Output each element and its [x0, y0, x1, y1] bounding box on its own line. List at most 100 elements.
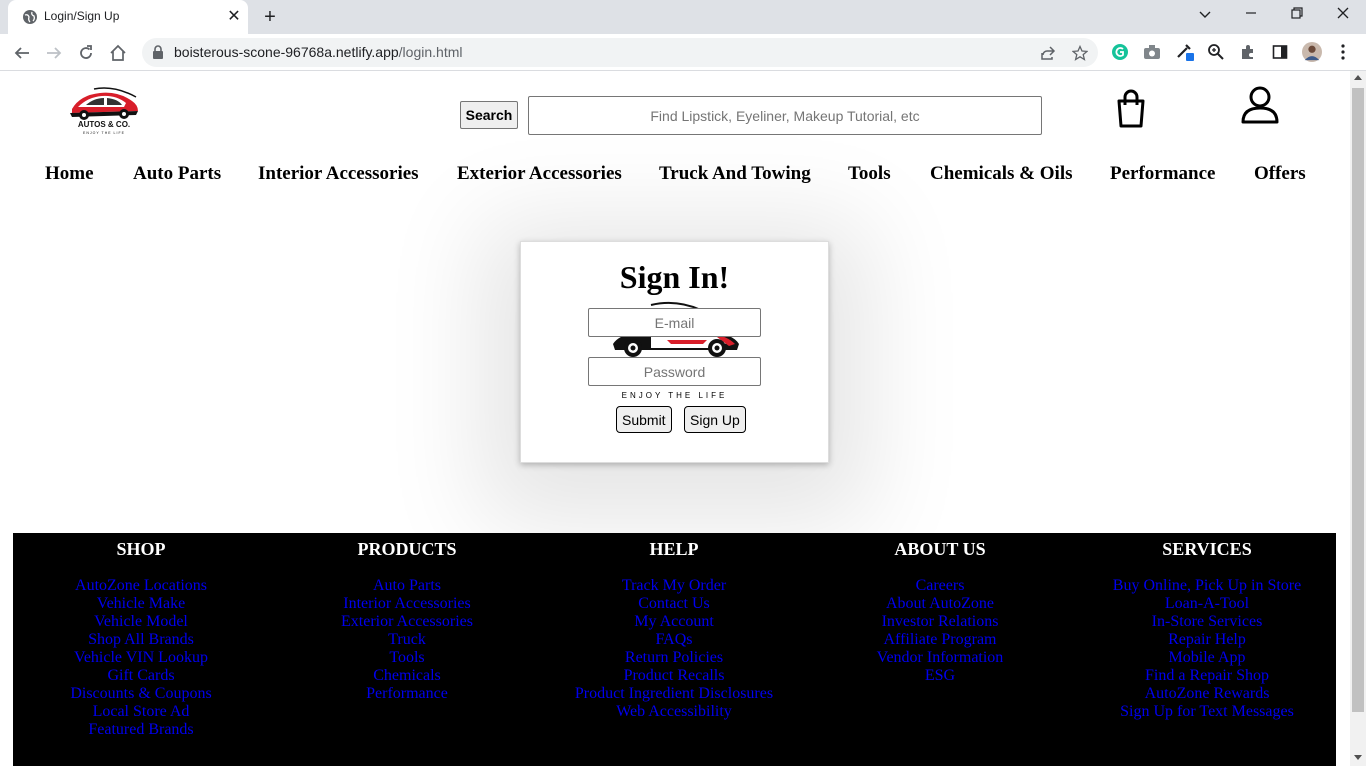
footer-list-item: Buy Online, Pick Up in Store [1074, 577, 1340, 595]
nav-item-offers[interactable]: Offers [1254, 163, 1306, 185]
back-arrow-icon[interactable] [10, 41, 34, 65]
tab-close-icon[interactable]: ✕ [224, 7, 244, 27]
kebab-menu-icon[interactable] [1333, 42, 1353, 62]
footer-link[interactable]: Investor Relations [882, 613, 999, 630]
footer-list-item: AutoZone Rewards [1074, 685, 1340, 703]
nav-item-interior-accessories[interactable]: Interior Accessories [258, 163, 419, 185]
email-field[interactable] [588, 308, 761, 337]
nav-item-chemicals-oils[interactable]: Chemicals & Oils [930, 163, 1073, 185]
restore-icon[interactable] [1284, 4, 1310, 26]
footer-link[interactable]: Interior Accessories [343, 595, 471, 612]
password-field[interactable] [588, 357, 761, 386]
footer-list-item: Track My Order [541, 577, 807, 595]
footer-link[interactable]: Tools [389, 649, 424, 666]
footer-link[interactable]: Local Store Ad [93, 703, 190, 720]
shopping-bag-icon[interactable] [1114, 89, 1148, 129]
nav-item-exterior-accessories[interactable]: Exterior Accessories [457, 163, 622, 185]
sign-up-button[interactable]: Sign Up [684, 406, 746, 433]
footer-link[interactable]: Find a Repair Shop [1145, 667, 1269, 684]
url-text[interactable]: boisterous-scone-96768a.netlify.app/logi… [174, 44, 462, 60]
nav-item-performance[interactable]: Performance [1110, 163, 1216, 185]
footer-link[interactable]: Return Policies [625, 649, 723, 666]
search-input[interactable] [528, 96, 1042, 135]
footer-link[interactable]: Discounts & Coupons [70, 685, 211, 702]
submit-button[interactable]: Submit [616, 406, 672, 433]
extensions-puzzle-icon[interactable] [1238, 42, 1258, 62]
footer-link[interactable]: Contact Us [638, 595, 710, 612]
footer-link[interactable]: Vendor Information [877, 649, 1004, 666]
footer-link[interactable]: ESG [925, 667, 955, 684]
footer-link[interactable]: Careers [916, 577, 965, 594]
footer-link[interactable]: Product Ingredient Disclosures [575, 685, 773, 702]
footer-heading-shop: SHOP [116, 539, 166, 559]
camera-icon[interactable] [1142, 42, 1162, 62]
footer-link[interactable]: Web Accessibility [616, 703, 732, 720]
new-tab-button[interactable]: + [258, 5, 282, 29]
footer-link[interactable]: Affiliate Program [883, 631, 996, 648]
footer-link[interactable]: Buy Online, Pick Up in Store [1113, 577, 1301, 594]
minimize-icon[interactable] [1238, 4, 1264, 26]
browser-tab[interactable]: Login/Sign Up ✕ [8, 0, 248, 34]
grammarly-icon[interactable] [1110, 42, 1130, 62]
footer-link[interactable]: Repair Help [1168, 631, 1246, 648]
nav-item-tools[interactable]: Tools [848, 163, 891, 185]
footer-link[interactable]: Exterior Accessories [341, 613, 473, 630]
autos-co-logo[interactable]: AUTOS & CO. ENJOY THE LIFE [66, 83, 142, 137]
footer-link[interactable]: AutoZone Rewards [1145, 685, 1270, 702]
footer-link[interactable]: FAQs [655, 631, 692, 648]
footer-link[interactable]: Performance [366, 685, 448, 702]
footer-list-item: Contact Us [541, 595, 807, 613]
footer-link[interactable]: Sign Up for Text Messages [1120, 703, 1294, 720]
close-icon[interactable] [1330, 4, 1356, 26]
footer-list-item: Vehicle Make [8, 595, 274, 613]
footer-list-item: Web Accessibility [541, 703, 807, 721]
footer-link[interactable]: Vehicle VIN Lookup [74, 649, 208, 666]
vertical-scrollbar[interactable] [1350, 71, 1366, 766]
url-domain: boisterous-scone-96768a.netlify.app [174, 44, 399, 60]
footer-link[interactable]: Shop All Brands [88, 631, 194, 648]
footer-link[interactable]: Truck [388, 631, 426, 648]
footer-link[interactable]: Vehicle Model [94, 613, 188, 630]
search-button[interactable]: Search [460, 101, 518, 129]
scroll-down-arrow-icon[interactable] [1354, 755, 1362, 760]
chevron-down-icon[interactable] [1192, 4, 1218, 26]
home-icon[interactable] [106, 41, 130, 65]
address-bar[interactable]: boisterous-scone-96768a.netlify.app/logi… [142, 38, 1098, 67]
side-panel-icon[interactable] [1270, 42, 1290, 62]
footer-link[interactable]: Vehicle Make [97, 595, 185, 612]
footer-link[interactable]: Product Recalls [624, 667, 725, 684]
footer-list-item: Gift Cards [8, 667, 274, 685]
share-icon[interactable] [1039, 44, 1057, 62]
footer-link[interactable]: Auto Parts [373, 577, 441, 594]
footer-list-item: Product Recalls [541, 667, 807, 685]
footer-link[interactable]: In-Store Services [1152, 613, 1263, 630]
footer-list-item: Discounts & Coupons [8, 685, 274, 703]
page-content: AUTOS & CO. ENJOY THE LIFE Search Home A… [0, 71, 1350, 766]
footer-column-shop: SHOP AutoZone Locations Vehicle Make Veh… [8, 533, 274, 739]
footer-link[interactable]: Mobile App [1169, 649, 1246, 666]
reload-icon[interactable] [74, 41, 98, 65]
footer-list-item: Exterior Accessories [274, 613, 540, 631]
footer-link[interactable]: Gift Cards [107, 667, 174, 684]
footer-link[interactable]: Loan-A-Tool [1165, 595, 1249, 612]
nav-item-home[interactable]: Home [45, 163, 94, 185]
eyedropper-icon[interactable] [1175, 42, 1195, 62]
site-footer: SHOP AutoZone Locations Vehicle Make Veh… [13, 533, 1336, 766]
profile-avatar[interactable] [1302, 42, 1322, 62]
footer-link[interactable]: Track My Order [622, 577, 726, 594]
footer-heading-about-us: ABOUT US [894, 539, 986, 559]
zoom-icon[interactable] [1206, 42, 1226, 62]
nav-item-auto-parts[interactable]: Auto Parts [133, 163, 221, 185]
user-account-icon[interactable] [1240, 85, 1280, 125]
footer-link[interactable]: AutoZone Locations [75, 577, 207, 594]
footer-link[interactable]: About AutoZone [886, 595, 994, 612]
star-icon[interactable] [1071, 44, 1089, 62]
nav-item-truck-and-towing[interactable]: Truck And Towing [659, 163, 811, 185]
footer-link[interactable]: Featured Brands [88, 721, 193, 738]
scrollbar-thumb[interactable] [1352, 88, 1364, 712]
lock-icon[interactable] [152, 45, 164, 64]
forward-arrow-icon[interactable] [42, 41, 66, 65]
footer-link[interactable]: Chemicals [373, 667, 441, 684]
scroll-up-arrow-icon[interactable] [1354, 75, 1362, 80]
footer-link[interactable]: My Account [634, 613, 714, 630]
